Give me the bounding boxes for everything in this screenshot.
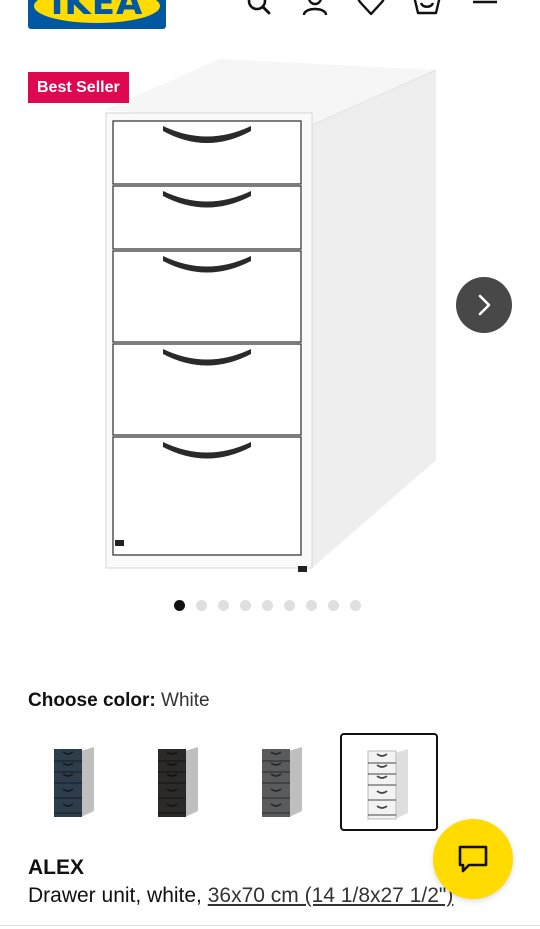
chat-icon — [458, 845, 488, 873]
color-swatch[interactable] — [340, 733, 438, 831]
best-seller-badge: Best Seller — [28, 72, 129, 103]
drawer-thumbnail — [262, 747, 302, 817]
drawer-thumbnail — [367, 749, 408, 820]
carousel-dot[interactable] — [262, 600, 273, 611]
product-name: ALEX — [28, 856, 85, 879]
account-icon[interactable] — [300, 0, 330, 16]
description-text: Drawer unit, white, — [28, 884, 208, 907]
cart-icon[interactable] — [412, 0, 442, 16]
carousel-dots — [174, 600, 361, 612]
carousel-dot[interactable] — [350, 600, 361, 611]
color-chooser-label: Choose color: White — [28, 689, 210, 713]
product-image[interactable] — [90, 55, 470, 575]
carousel-dot[interactable] — [196, 600, 207, 611]
color-swatch[interactable] — [28, 733, 126, 831]
menu-icon[interactable] — [470, 0, 500, 16]
carousel-dot[interactable] — [240, 600, 251, 611]
heart-icon[interactable] — [356, 0, 386, 16]
carousel-dot[interactable] — [306, 600, 317, 611]
carousel-dot[interactable] — [218, 600, 229, 611]
drawer-thumbnail — [158, 747, 198, 817]
chat-button[interactable] — [433, 819, 513, 899]
logo-text: IKEA — [50, 0, 144, 23]
carousel-dot[interactable] — [328, 600, 339, 611]
chevron-right-icon — [478, 294, 491, 316]
measurement-link[interactable]: 36x70 cm (14 1/8x27 1/2") — [208, 884, 454, 907]
ikea-logo[interactable]: IKEA — [28, 0, 166, 29]
choose-color-key: Choose color: — [28, 690, 156, 711]
carousel-dot[interactable] — [174, 600, 185, 611]
next-image-button[interactable] — [456, 277, 512, 333]
color-swatch[interactable] — [236, 733, 334, 831]
search-icon[interactable] — [244, 0, 274, 16]
color-swatch[interactable] — [132, 733, 230, 831]
choose-color-value: White — [161, 690, 210, 711]
drawer-thumbnail — [54, 747, 94, 817]
header: IKEA — [0, 0, 540, 40]
carousel-dot[interactable] — [284, 600, 295, 611]
product-description: Drawer unit, white, 36x70 cm (14 1/8x27 … — [28, 882, 453, 910]
divider — [0, 925, 540, 926]
